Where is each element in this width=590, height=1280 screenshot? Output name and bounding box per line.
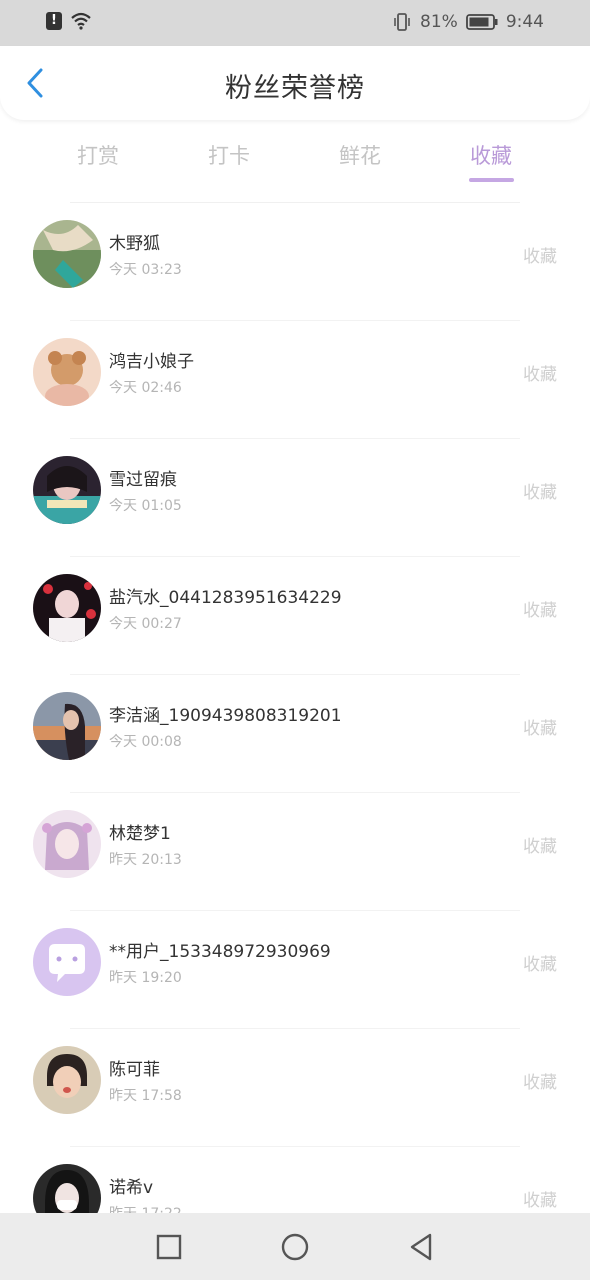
avatar: [33, 574, 101, 642]
user-name: 林楚梦1: [109, 824, 171, 844]
timestamp: 今天 01:05: [109, 498, 182, 514]
user-name: 鸿吉小娘子: [109, 352, 194, 372]
list-item[interactable]: 林楚梦1 昨天 20:13 收藏: [0, 793, 590, 911]
tab-flowers[interactable]: 鲜花: [320, 140, 400, 170]
user-name: 李洁涵_1909439808319201: [109, 706, 342, 726]
list-item[interactable]: 李洁涵_1909439808319201 今天 00:08 收藏: [0, 675, 590, 793]
user-name: 陈可菲: [109, 1060, 160, 1080]
list-item[interactable]: 鸿吉小娘子 今天 02:46 收藏: [0, 321, 590, 439]
battery-percent: 81%: [420, 12, 458, 32]
avatar: [33, 692, 101, 760]
favorite-label: 收藏: [523, 247, 557, 267]
home-icon[interactable]: [278, 1230, 312, 1264]
timestamp: 今天 00:08: [109, 734, 182, 750]
favorite-label: 收藏: [523, 365, 557, 385]
tab-reward[interactable]: 打赏: [58, 140, 138, 170]
wifi-icon: [71, 12, 91, 30]
list-item[interactable]: 木野狐 今天 03:23 收藏: [0, 203, 590, 321]
alert-icon: !: [46, 12, 62, 30]
favorite-label: 收藏: [523, 719, 557, 739]
list-item[interactable]: 盐汽水_0441283951634229 今天 00:27 收藏: [0, 557, 590, 675]
battery-icon: [465, 14, 498, 30]
timestamp: 今天 00:27: [109, 616, 182, 632]
timestamp: 今天 02:46: [109, 380, 182, 396]
list-item[interactable]: **用户_153348972930969 昨天 19:20 收藏: [0, 911, 590, 1029]
timestamp: 昨天 20:13: [109, 852, 182, 868]
avatar: [33, 810, 101, 878]
header: 粉丝荣誉榜: [0, 46, 590, 120]
user-name: 盐汽水_0441283951634229: [109, 588, 342, 608]
user-name: 诺希v: [109, 1178, 154, 1198]
clock: 9:44: [505, 12, 544, 32]
user-name: 木野狐: [109, 234, 160, 254]
status-right: 81% 9:44: [392, 12, 544, 32]
avatar: [33, 928, 101, 996]
status-bar: ! 81% 9:44: [0, 0, 590, 46]
recent-apps-icon[interactable]: [152, 1230, 186, 1264]
back-nav-icon[interactable]: [404, 1230, 438, 1264]
tab-favorites[interactable]: 收藏: [451, 140, 531, 170]
list-item[interactable]: 雪过留痕 今天 01:05 收藏: [0, 439, 590, 557]
avatar: [33, 338, 101, 406]
status-left: !: [46, 12, 92, 30]
tab-bar: 打赏 打卡 鲜花 收藏: [0, 122, 590, 202]
avatar: [33, 456, 101, 524]
favorite-label: 收藏: [523, 837, 557, 857]
user-name: **用户_153348972930969: [109, 942, 331, 962]
user-name: 雪过留痕: [109, 470, 177, 490]
page-title: 粉丝荣誉榜: [225, 73, 365, 104]
avatar: [33, 220, 101, 288]
favorite-label: 收藏: [523, 955, 557, 975]
list-item[interactable]: 陈可菲 昨天 17:58 收藏: [0, 1029, 590, 1147]
system-nav-bar: [0, 1213, 590, 1280]
timestamp: 昨天 17:58: [109, 1088, 182, 1104]
favorite-label: 收藏: [523, 601, 557, 621]
favorite-label: 收藏: [523, 1191, 557, 1211]
tab-checkin[interactable]: 打卡: [189, 140, 269, 170]
active-tab-indicator: [469, 178, 514, 182]
favorite-label: 收藏: [523, 483, 557, 503]
timestamp: 今天 03:23: [109, 262, 182, 278]
favorite-label: 收藏: [523, 1073, 557, 1093]
fan-list: 木野狐 今天 03:23 收藏 鸿吉小娘子 今天 02:46 收藏 雪过留痕 今…: [0, 203, 590, 1265]
timestamp: 昨天 19:20: [109, 970, 182, 986]
vibrate-icon: [394, 13, 410, 31]
avatar: [33, 1046, 101, 1114]
